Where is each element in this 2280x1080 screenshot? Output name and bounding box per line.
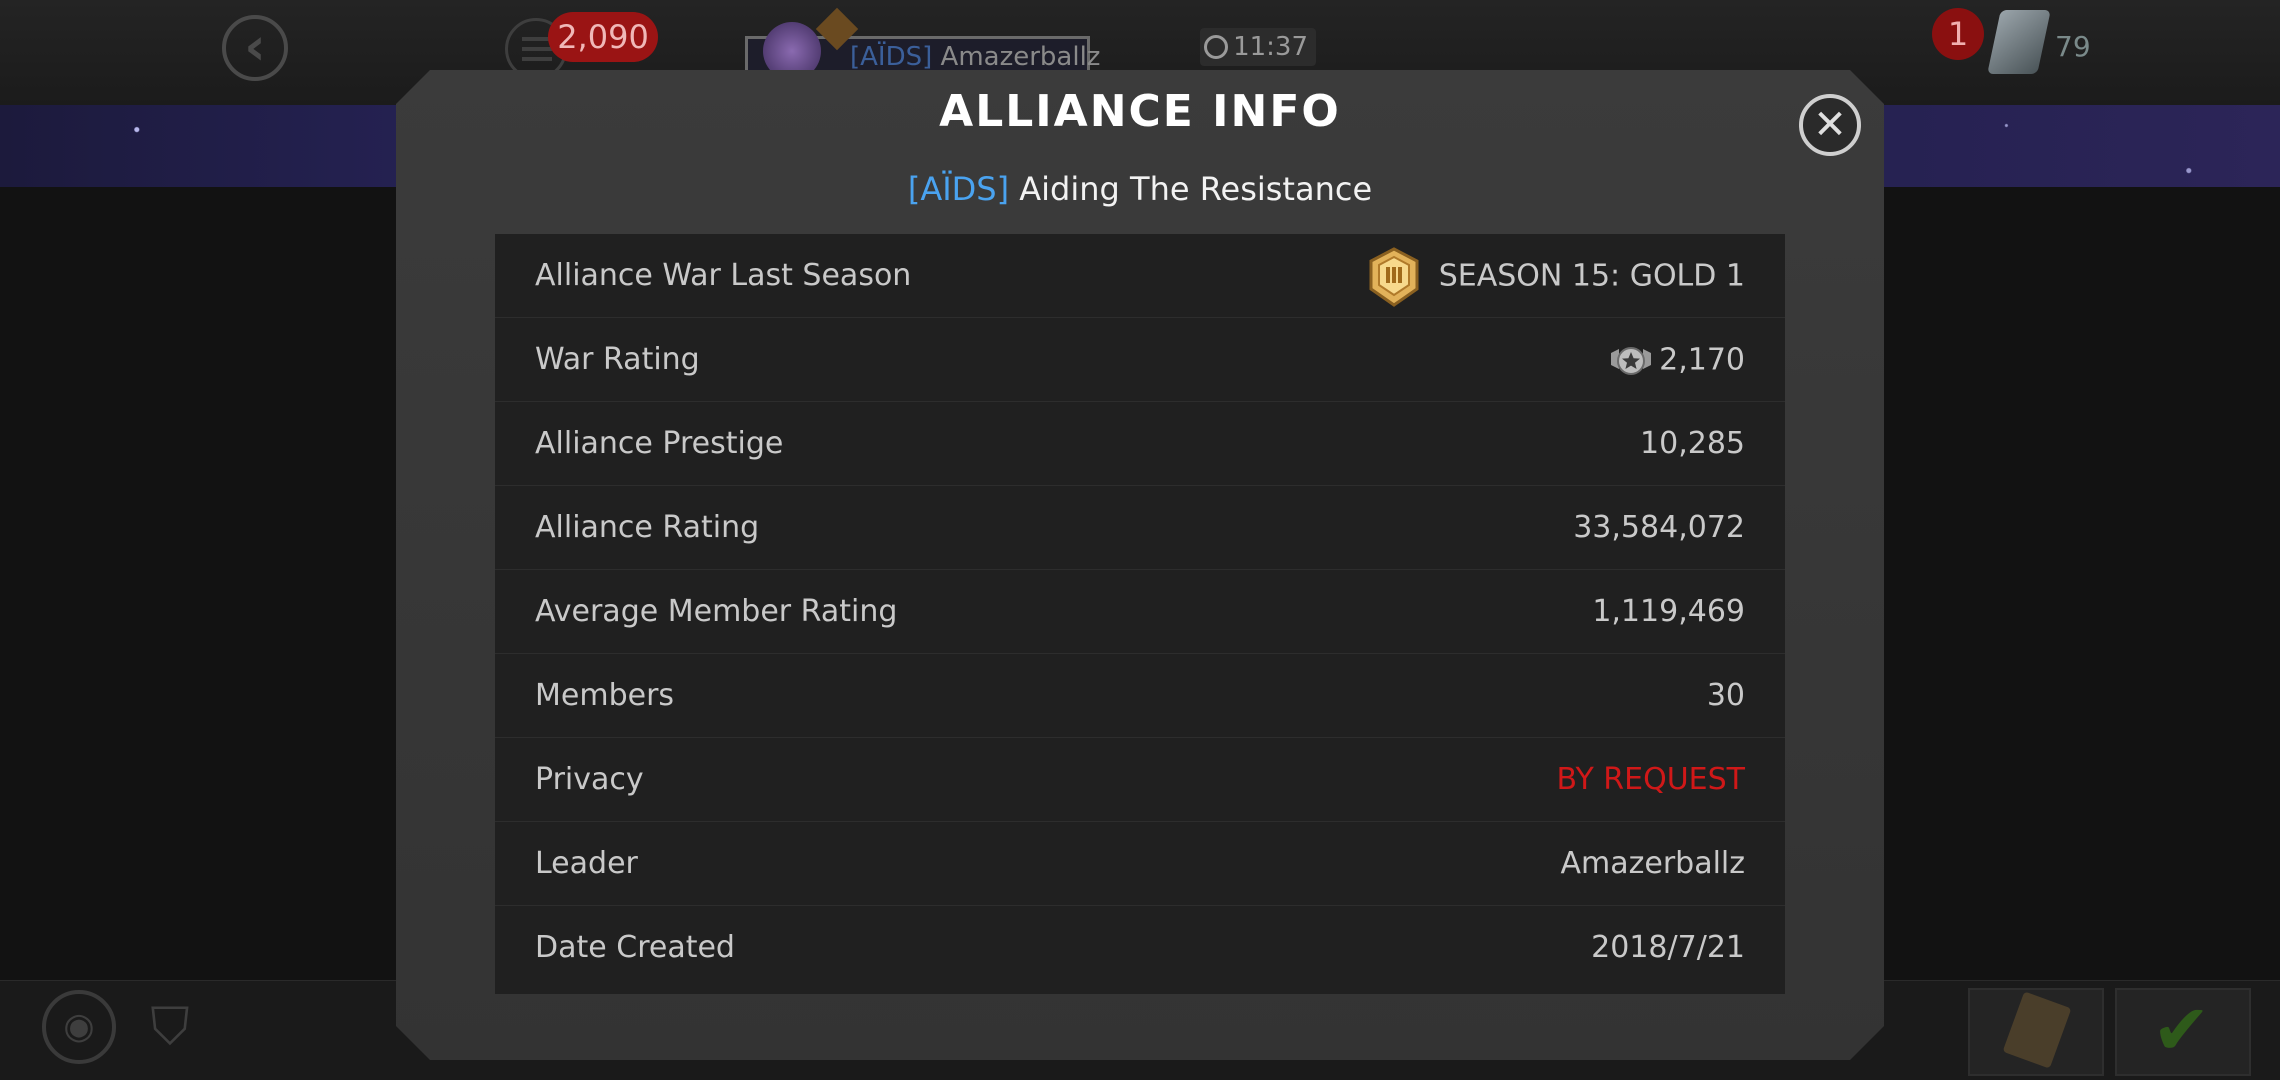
privacy-status: BY REQUEST — [1556, 762, 1746, 797]
info-row-average-member-rating: Average Member Rating 1,119,469 — [495, 570, 1785, 654]
row-value: 2,170 — [1609, 318, 1745, 403]
row-label: Date Created — [535, 930, 735, 965]
row-value: 10,285 — [1640, 426, 1745, 461]
player-name-text: Amazerballz — [940, 42, 1101, 72]
notification-badge: 1 — [1932, 8, 1984, 60]
alliance-name: Aiding The Resistance — [1019, 170, 1373, 208]
row-label: Average Member Rating — [535, 594, 898, 629]
screen-root: ‹ 2,090 [AÏDS] Amazerballz 11:37 1 79 ◉ … — [0, 0, 2280, 1080]
row-label: Alliance Prestige — [535, 426, 784, 461]
alliance-tag: [AÏDS] — [907, 170, 1010, 208]
row-value: 33,584,072 — [1573, 510, 1745, 545]
gold-tier-badge-icon — [1369, 246, 1419, 307]
alliance-info-table: Alliance War Last Season SEASON 15: GOLD… — [495, 234, 1785, 994]
row-value: 30 — [1706, 678, 1745, 713]
modal-title: ALLIANCE INFO — [939, 86, 1341, 137]
row-label: Privacy — [535, 762, 644, 797]
row-value: SEASON 15: GOLD 1 — [1367, 234, 1745, 319]
stopwatch-icon — [1204, 35, 1228, 59]
row-value: 2018/7/21 — [1591, 930, 1745, 965]
row-value-text: SEASON 15: GOLD 1 — [1438, 258, 1745, 294]
info-row-leader: Leader Amazerballz — [495, 822, 1785, 906]
row-label: War Rating — [535, 342, 700, 377]
info-row-war-season: Alliance War Last Season SEASON 15: GOLD… — [495, 234, 1785, 318]
currency-count-badge: 2,090 — [548, 12, 658, 62]
row-label: Alliance War Last Season — [535, 258, 912, 293]
info-row-members: Members 30 — [495, 654, 1785, 738]
info-row-privacy: Privacy BY REQUEST — [495, 738, 1785, 822]
checkmark-icon: ✔ — [2152, 989, 2211, 1071]
alliance-members-icon[interactable]: ◉ — [42, 990, 116, 1064]
row-label: Members — [535, 678, 675, 713]
back-arrow-icon[interactable]: ‹ — [222, 15, 288, 81]
info-row-date-created: Date Created 2018/7/21 — [495, 906, 1785, 990]
alliance-shield-icon[interactable]: ⛉ — [142, 996, 198, 1058]
player-alliance-tag: [AÏDS] — [850, 42, 933, 72]
info-row-prestige: Alliance Prestige 10,285 — [495, 402, 1785, 486]
row-label: Alliance Rating — [535, 510, 760, 545]
info-row-war-rating: War Rating 2,170 — [495, 318, 1785, 402]
row-value-text: 2,170 — [1659, 342, 1745, 378]
war-rating-icon — [1611, 346, 1652, 375]
player-name: [AÏDS] Amazerballz — [850, 42, 1100, 72]
close-icon: ✕ — [1813, 102, 1847, 148]
row-value: 1,119,469 — [1592, 594, 1745, 629]
leader-name: Amazerballz — [1560, 846, 1745, 881]
info-row-alliance-rating: Alliance Rating 33,584,072 — [495, 486, 1785, 570]
resource-count: 79 — [2055, 30, 2091, 63]
row-label: Leader — [535, 846, 638, 881]
alliance-name-line: [AÏDS] Aiding The Resistance — [396, 170, 1884, 208]
close-button[interactable]: ✕ — [1799, 94, 1861, 156]
